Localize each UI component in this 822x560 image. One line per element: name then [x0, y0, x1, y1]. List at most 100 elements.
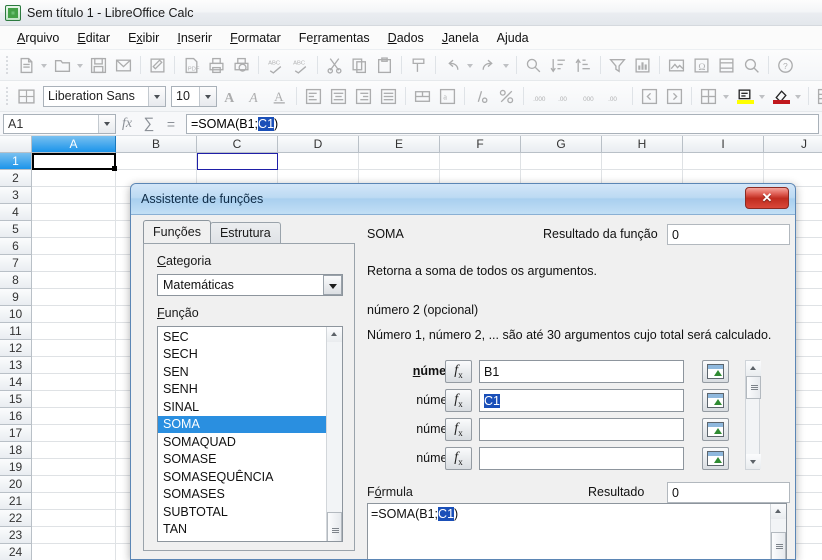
function-list-scrollbar[interactable]: [326, 327, 342, 541]
sum-icon[interactable]: ∑: [138, 114, 160, 134]
function-list-item[interactable]: SOMASES: [158, 486, 326, 504]
cell-G24[interactable]: [521, 153, 602, 170]
row-header-22[interactable]: 22: [0, 510, 32, 527]
shrink-dialog-icon-3[interactable]: [702, 418, 729, 441]
highlight-color-icon[interactable]: [733, 85, 756, 108]
background-color-icon[interactable]: [769, 85, 792, 108]
italic-icon[interactable]: A: [243, 85, 266, 108]
row-header-20[interactable]: 20: [0, 476, 32, 493]
font-name-dropdown-arrow[interactable]: [148, 86, 165, 106]
cell-A9[interactable]: [32, 408, 116, 425]
tab-funcoes[interactable]: Funções: [143, 220, 211, 243]
formula-scrollbar-thumb[interactable]: [771, 532, 786, 559]
export-pdf-icon[interactable]: PDF: [180, 54, 203, 77]
menu-item-editar[interactable]: Editar: [68, 29, 119, 47]
sort-descending-icon[interactable]: [572, 54, 595, 77]
clone-formatting-icon[interactable]: [407, 54, 430, 77]
tab-estrutura[interactable]: Estrutura: [209, 222, 281, 243]
scroll-up-icon[interactable]: [327, 327, 342, 342]
cell-A2[interactable]: [32, 527, 116, 544]
row-header-2[interactable]: 2: [0, 170, 32, 187]
open-document-icon[interactable]: [51, 54, 74, 77]
row-header-5[interactable]: 5: [0, 221, 32, 238]
new-document-icon[interactable]: [15, 54, 38, 77]
align-right-icon[interactable]: [352, 85, 375, 108]
delete-decimal-icon[interactable]: .00: [554, 85, 577, 108]
cell-A11[interactable]: [32, 374, 116, 391]
sort-ascending-icon[interactable]: [547, 54, 570, 77]
menu-item-dados[interactable]: Dados: [379, 29, 433, 47]
copy-icon[interactable]: [348, 54, 371, 77]
cell-A10[interactable]: [32, 391, 116, 408]
thousands-separator-icon[interactable]: 000: [579, 85, 602, 108]
insert-special-character-icon[interactable]: Ω: [690, 54, 713, 77]
arg-scrollbar-thumb[interactable]: [746, 376, 761, 399]
column-header-A[interactable]: A: [32, 136, 116, 153]
conditional-formatting-icon[interactable]: [814, 85, 822, 108]
cell-A20[interactable]: [32, 221, 116, 238]
print-icon[interactable]: [205, 54, 228, 77]
row-header-12[interactable]: 12: [0, 340, 32, 357]
function-list-item[interactable]: TAN: [158, 521, 326, 539]
row-header-4[interactable]: 4: [0, 204, 32, 221]
formula-scroll-up-icon[interactable]: [771, 504, 786, 519]
argument-input-2[interactable]: C1: [479, 389, 684, 412]
arg-scroll-up-icon[interactable]: [746, 361, 761, 376]
formula-textarea[interactable]: =SOMA(B1;C1): [367, 503, 787, 559]
function-list-item[interactable]: SOMA: [158, 415, 326, 433]
new-document-dropdown-arrow[interactable]: [39, 54, 50, 77]
row-header-11[interactable]: 11: [0, 323, 32, 340]
undo-dropdown-arrow[interactable]: [465, 54, 476, 77]
background-color-dropdown-arrow[interactable]: [793, 85, 804, 108]
print-preview-icon[interactable]: [230, 54, 253, 77]
argument-input-1[interactable]: B1: [479, 360, 684, 383]
borders-dropdown-arrow[interactable]: [721, 85, 732, 108]
redo-dropdown-arrow[interactable]: [501, 54, 512, 77]
function-list-item[interactable]: SECH: [158, 346, 326, 364]
menu-item-ajuda[interactable]: Ajuda: [488, 29, 538, 47]
format-currency-icon[interactable]: [470, 85, 493, 108]
cell-I24[interactable]: [683, 153, 764, 170]
underline-icon[interactable]: A: [268, 85, 291, 108]
toolbar-grip[interactable]: [3, 85, 12, 107]
column-header-D[interactable]: D: [278, 136, 359, 153]
cell-F24[interactable]: [440, 153, 521, 170]
column-header-F[interactable]: F: [440, 136, 521, 153]
undo-icon[interactable]: [441, 54, 464, 77]
function-list-item[interactable]: SOMAQUAD: [158, 433, 326, 451]
row-header-9[interactable]: 9: [0, 289, 32, 306]
argument-function-button-1[interactable]: fx: [445, 360, 472, 383]
redo-icon[interactable]: [477, 54, 500, 77]
argument-function-button-3[interactable]: fx: [445, 418, 472, 441]
row-header-24[interactable]: 24: [0, 544, 32, 560]
function-list-item[interactable]: SINAL: [158, 398, 326, 416]
insert-image-icon[interactable]: [665, 54, 688, 77]
find-replace-icon[interactable]: [522, 54, 545, 77]
cell-A7[interactable]: [32, 442, 116, 459]
borders-icon[interactable]: [697, 85, 720, 108]
row-header-23[interactable]: 23: [0, 527, 32, 544]
paste-icon[interactable]: [373, 54, 396, 77]
shrink-dialog-icon-2[interactable]: [702, 389, 729, 412]
cell-J24[interactable]: [764, 153, 822, 170]
cell-D24[interactable]: [278, 153, 359, 170]
cell-B24[interactable]: [116, 153, 197, 170]
cell-H24[interactable]: [602, 153, 683, 170]
close-icon[interactable]: ✕: [745, 187, 789, 209]
autospellcheck-icon[interactable]: ABC: [289, 54, 312, 77]
zoom-icon[interactable]: [740, 54, 763, 77]
help-icon[interactable]: ?: [774, 54, 797, 77]
argument-input-4[interactable]: [479, 447, 684, 470]
dialog-title-bar[interactable]: Assistente de funções ✕: [131, 184, 795, 215]
select-all-corner[interactable]: [0, 136, 32, 153]
column-header-C[interactable]: C: [197, 136, 278, 153]
paragraph-styles-icon[interactable]: [15, 85, 38, 108]
cell-C24[interactable]: [197, 153, 278, 170]
menu-item-janela[interactable]: Janela: [433, 29, 488, 47]
cell-A17[interactable]: [32, 272, 116, 289]
font-size-dropdown-arrow[interactable]: [199, 86, 216, 106]
row-header-18[interactable]: 18: [0, 442, 32, 459]
spelling-icon[interactable]: ABC: [264, 54, 287, 77]
edit-mode-icon[interactable]: [146, 54, 169, 77]
column-header-G[interactable]: G: [521, 136, 602, 153]
